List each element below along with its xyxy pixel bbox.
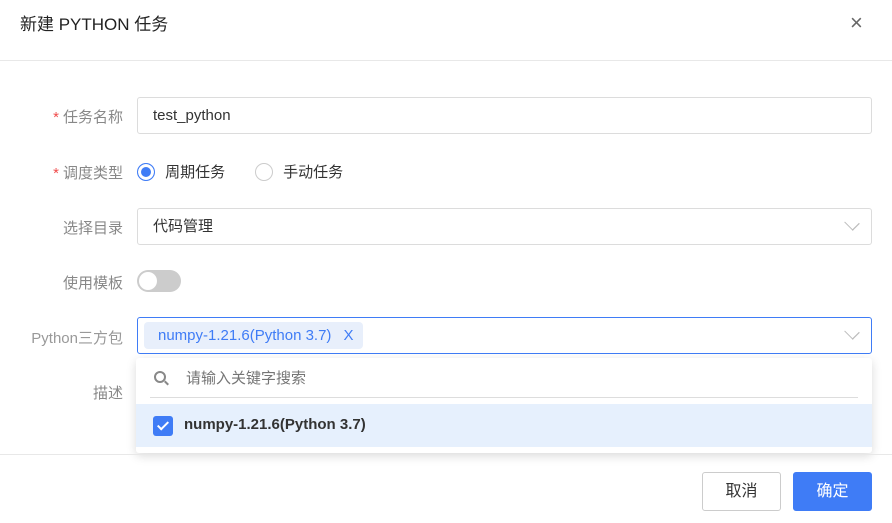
task-name-input[interactable]: test_python <box>137 97 872 134</box>
chevron-down-icon <box>844 215 860 231</box>
package-search-input[interactable] <box>186 366 856 390</box>
tag-label: numpy-1.21.6(Python 3.7) <box>158 327 332 344</box>
directory-select[interactable]: 代码管理 <box>137 208 872 245</box>
description-label: 描述 <box>92 385 123 402</box>
label-text: 任务名称 <box>62 109 123 126</box>
radio-periodic[interactable]: 周期任务 <box>137 161 225 182</box>
python-packages-select[interactable]: numpy-1.21.6(Python 3.7) X <box>137 317 872 354</box>
dialog-title: 新建 PYTHON 任务 <box>20 15 169 34</box>
search-divider <box>150 397 858 398</box>
task-name-label: * 任务名称 <box>0 106 123 127</box>
use-template-label: 使用模板 <box>62 275 123 292</box>
required-mark: * <box>53 165 59 182</box>
directory-value: 代码管理 <box>153 218 214 235</box>
chevron-down-icon <box>844 324 860 340</box>
python-packages-label: Python三方包 <box>31 330 123 347</box>
radio-checked-icon <box>137 162 155 181</box>
label-text: 调度类型 <box>62 165 123 182</box>
option-label: numpy-1.21.6(Python 3.7) <box>184 416 366 433</box>
footer-divider <box>0 454 892 455</box>
schedule-type-label: * 调度类型 <box>0 162 123 183</box>
radio-unchecked-icon <box>255 162 273 181</box>
required-mark: * <box>53 109 59 126</box>
use-template-toggle[interactable] <box>137 270 181 292</box>
package-tag: numpy-1.21.6(Python 3.7) X <box>144 322 364 349</box>
header-divider <box>0 60 892 61</box>
cancel-button[interactable]: 取消 <box>702 472 781 511</box>
tag-remove-icon[interactable]: X <box>343 327 353 344</box>
radio-label: 周期任务 <box>165 164 226 181</box>
package-dropdown: numpy-1.21.6(Python 3.7) <box>136 358 872 453</box>
close-icon[interactable]: × <box>850 10 863 36</box>
package-option[interactable]: numpy-1.21.6(Python 3.7) <box>136 404 872 447</box>
radio-manual[interactable]: 手动任务 <box>255 161 343 182</box>
checkbox-checked-icon <box>153 416 173 436</box>
search-icon <box>154 371 169 386</box>
directory-label: 选择目录 <box>62 220 123 237</box>
confirm-button[interactable]: 确定 <box>793 472 872 511</box>
radio-label: 手动任务 <box>283 164 344 181</box>
